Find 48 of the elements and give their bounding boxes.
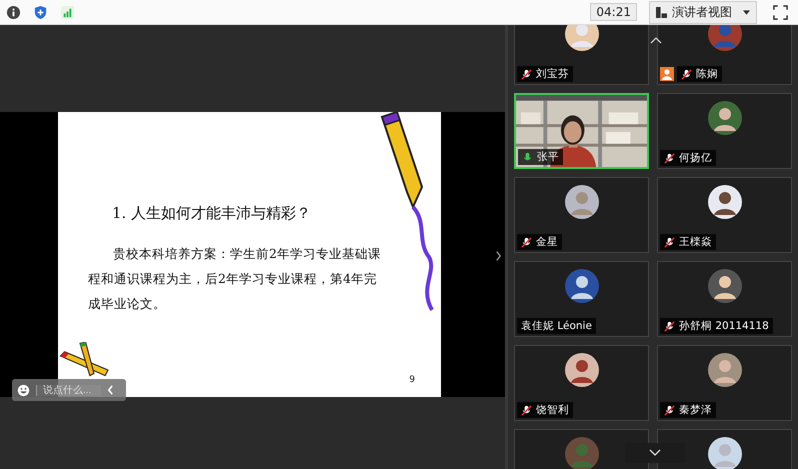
participant-tile[interactable]: 袁佳妮 Léonie bbox=[514, 261, 649, 337]
avatar-icon bbox=[708, 25, 742, 51]
layout-icon bbox=[656, 6, 667, 18]
participant-tile[interactable]: 孙舒桐 20114118 bbox=[657, 261, 792, 337]
avatar-icon bbox=[564, 25, 598, 51]
shield-icon[interactable] bbox=[33, 4, 48, 20]
avatar-icon bbox=[564, 353, 598, 387]
participant-name: 刘宝芬 bbox=[517, 66, 573, 82]
participant-name: 秦梦泽 bbox=[660, 402, 716, 418]
avatar-icon bbox=[708, 101, 742, 135]
info-icon[interactable] bbox=[6, 4, 21, 20]
slide-paragraph: 贵校本科培养方案：学生前2年学习专业基础课程和通识课程为主，后2年学习专业课程，第4年完成毕业论文。 bbox=[88, 245, 382, 313]
slide-heading: 1. 人生如何才能丰沛与精彩？ bbox=[112, 204, 312, 223]
participant-tile[interactable]: 金星 bbox=[514, 177, 649, 253]
participant-name: 王檪焱 bbox=[660, 234, 716, 250]
avatar-icon bbox=[564, 269, 598, 303]
participant-tile[interactable]: 饶智利 bbox=[514, 345, 649, 421]
chevron-right-icon[interactable] bbox=[495, 250, 502, 262]
participant-name: 孙舒桐 20114118 bbox=[660, 318, 773, 334]
chevron-left-icon[interactable] bbox=[107, 385, 114, 395]
smiley-icon[interactable] bbox=[17, 384, 30, 396]
participant-tile[interactable]: 何扬亿 bbox=[657, 93, 792, 169]
participant-tile[interactable]: 张平 bbox=[514, 93, 649, 169]
participant-name: 金星 bbox=[517, 234, 562, 250]
avatar-icon bbox=[564, 437, 598, 469]
participant-name: 陈娴 bbox=[677, 66, 722, 82]
avatar-icon bbox=[708, 437, 742, 469]
caret-icon bbox=[743, 10, 750, 14]
participant-name: 张平 bbox=[518, 149, 563, 165]
participant-name: 饶智利 bbox=[517, 402, 573, 418]
participant-tile[interactable]: 陈娴 bbox=[657, 25, 792, 85]
avatar-icon bbox=[708, 185, 742, 219]
avatar-icon bbox=[564, 185, 598, 219]
fullscreen-icon[interactable] bbox=[773, 4, 788, 20]
participant-tile[interactable]: 秦梦泽 bbox=[657, 345, 792, 421]
meeting-timer: 04:21 bbox=[590, 3, 637, 21]
chevron-up-icon[interactable] bbox=[650, 36, 662, 44]
participant-tile[interactable]: 王檪焱 bbox=[657, 177, 792, 253]
avatar-icon bbox=[708, 269, 742, 303]
slide-page-number: 9 bbox=[409, 375, 415, 385]
speaker-view-button[interactable]: 演讲者视图 bbox=[649, 0, 757, 24]
participant-name: 何扬亿 bbox=[660, 150, 716, 166]
participant-name: 袁佳妮 Léonie bbox=[517, 318, 596, 334]
participant-tile[interactable]: 刘宝芬 bbox=[514, 25, 649, 85]
avatar-icon bbox=[708, 353, 742, 387]
chevron-down-icon bbox=[649, 449, 661, 457]
chat-input-field[interactable]: 说点什么... bbox=[36, 384, 101, 396]
signal-icon[interactable] bbox=[60, 4, 75, 20]
